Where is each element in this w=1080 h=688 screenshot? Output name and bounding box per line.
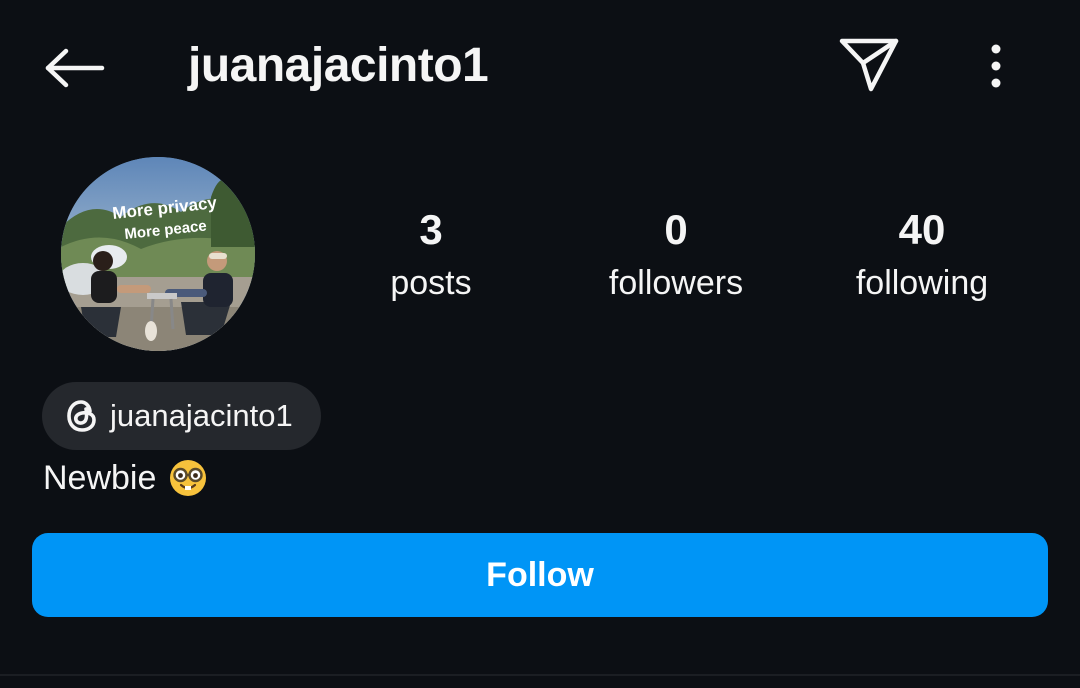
- following-label: following: [855, 264, 989, 302]
- stat-posts[interactable]: 3 posts: [321, 204, 541, 306]
- stat-following[interactable]: 40 following: [812, 204, 1032, 306]
- arrow-left-icon: [45, 48, 105, 88]
- profile-username-title: juanajacinto1: [188, 39, 489, 92]
- threads-profile-link[interactable]: juanajacinto1: [42, 382, 321, 450]
- bio-text: Newbie: [43, 459, 157, 497]
- divider: [0, 674, 1080, 676]
- vertical-dots-icon: [991, 44, 1001, 88]
- stat-followers[interactable]: 0 followers: [566, 204, 786, 306]
- posts-label: posts: [390, 264, 472, 302]
- posts-count: 3: [419, 206, 443, 253]
- top-bar: juanajacinto1: [0, 0, 1080, 132]
- paper-plane-icon: [839, 38, 899, 92]
- following-count: 40: [898, 206, 946, 253]
- profile-bio: Newbie: [43, 453, 208, 503]
- profile-avatar[interactable]: More privacy More peace: [61, 157, 255, 351]
- avatar-photo: More privacy More peace: [61, 157, 255, 351]
- send-message-button[interactable]: [834, 32, 904, 98]
- follow-button[interactable]: Follow: [32, 533, 1048, 617]
- threads-handle: juanajacinto1: [110, 398, 293, 433]
- followers-count: 0: [664, 206, 688, 253]
- nerd-face-emoji: [168, 458, 208, 498]
- more-options-button[interactable]: [968, 36, 1024, 96]
- followers-label: followers: [608, 264, 744, 302]
- back-button[interactable]: [38, 36, 110, 100]
- threads-logo-icon: [67, 400, 96, 432]
